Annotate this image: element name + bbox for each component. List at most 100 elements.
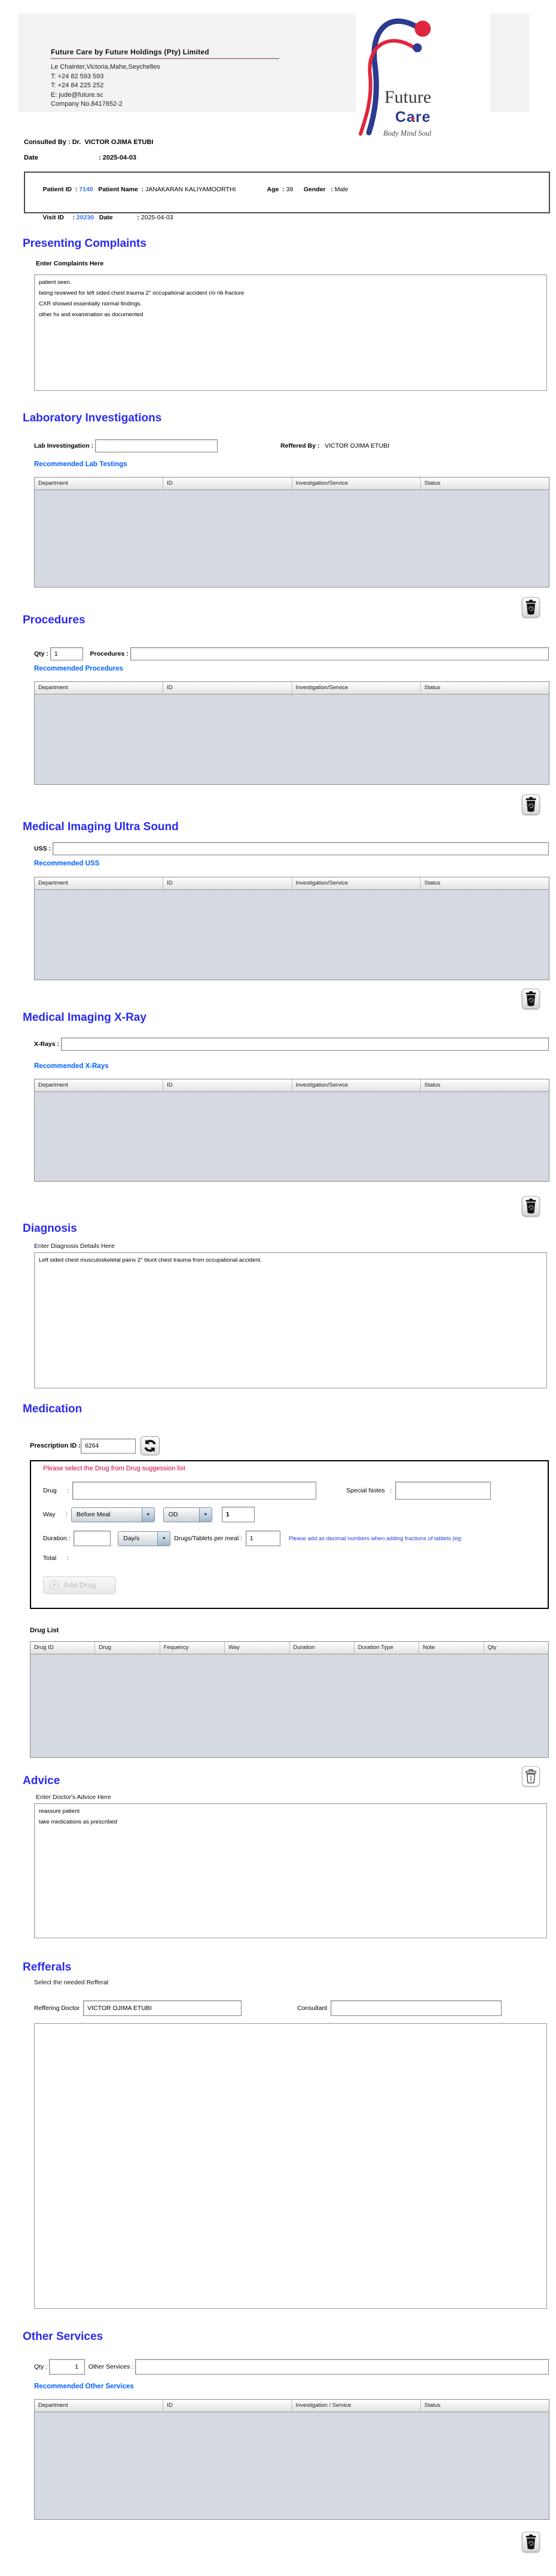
lab-grid-header: Department ID Investigation/Service Stat… [35, 478, 549, 490]
column-header-department: Department [35, 877, 164, 889]
recommended-other-services-link[interactable]: Recommended Other Services [34, 2383, 556, 2391]
per-meal-input[interactable] [245, 1531, 280, 1546]
advice-input-label: Enter Doctor's Advice Here [36, 1794, 111, 1801]
visit-date-label: Date : [94, 214, 141, 221]
recommended-xrays-link[interactable]: Recommended X-Rays [34, 1063, 556, 1071]
date-label: Date [24, 154, 38, 161]
procedures-field-label: Procedures : [83, 650, 130, 657]
logo-word-future: Future [384, 87, 432, 107]
way-qty-input[interactable] [221, 1507, 255, 1522]
xray-input[interactable] [60, 1038, 549, 1051]
patient-id-label: Patient ID : [42, 186, 80, 193]
advice-delete-button[interactable] [522, 1766, 540, 1786]
lab-referred-by-value: VICTOR OJIMA ETUBI [325, 442, 389, 449]
fractions-helper-text: Please add as decimal numbers when addin… [288, 1535, 463, 1542]
duration-unit-select[interactable]: Day/s ▼ [118, 1531, 171, 1546]
prescription-id-input[interactable] [80, 1438, 136, 1454]
xray-grid-header: Department ID Investigation/Service Stat… [35, 1079, 549, 1092]
other-services-qty-input[interactable] [49, 2359, 85, 2375]
refresh-icon [144, 1439, 156, 1452]
prescription-row: Prescription ID : [30, 1436, 556, 1455]
way-row: Way : Before Meal ▼ OD ▼ [43, 1507, 539, 1522]
column-header-note: Note [419, 1642, 484, 1654]
patient-banner-row-2: Visit ID : 20230 Date : 2025-04-03 [32, 207, 549, 228]
xray-grid-body[interactable] [35, 1092, 549, 1181]
lab-delete-button[interactable] [522, 597, 540, 617]
drug-row: Drug : Special Notes : [43, 1482, 539, 1500]
uss-delete-button[interactable] [522, 989, 540, 1009]
procedures-field-row: Qty : Procedures : [34, 647, 556, 660]
procedures-qty-label: Qty : [34, 650, 50, 657]
frequency-select[interactable]: OD ▼ [163, 1507, 212, 1522]
column-header-frequency: Fequency [160, 1642, 225, 1654]
column-header-duration: Duration [290, 1642, 355, 1654]
total-row: Total : [43, 1555, 539, 1562]
lab-grid-body[interactable] [35, 490, 549, 587]
column-header-way: Way [225, 1642, 290, 1654]
procedures-grid-header: Department ID Investigation/Service Stat… [35, 682, 549, 695]
referrals-subtitle: Select the needed Refferal [34, 1979, 109, 1986]
age-value: 39 [286, 186, 294, 193]
diagnosis-textarea[interactable]: Left sided chest musculoskeletal pains 2… [34, 1252, 547, 1388]
duration-input[interactable] [74, 1531, 111, 1546]
section-title-medication: Medication [23, 1403, 83, 1415]
drug-list-grid-body[interactable] [30, 1654, 548, 1757]
column-header-status: Status [424, 2402, 441, 2409]
drug-input[interactable] [72, 1482, 317, 1500]
trash-icon [526, 991, 536, 1006]
column-header-id: ID [163, 682, 292, 694]
prescription-refresh-button[interactable] [140, 1436, 160, 1455]
way-label: Way : [43, 1511, 71, 1518]
medication-entry-panel: Please select the Drug from Drug suggess… [30, 1460, 549, 1609]
consultant-input[interactable] [331, 2000, 502, 2016]
gender-value: Male [334, 186, 349, 193]
total-label: Total : [43, 1555, 69, 1562]
uss-input[interactable] [52, 842, 549, 855]
drug-list-label: Drug List [30, 1627, 59, 1634]
procedures-delete-button[interactable] [522, 794, 540, 815]
uss-field-row: USS : [34, 842, 556, 855]
procedures-grid-body[interactable] [35, 695, 549, 784]
patient-banner-row-1: Patient ID : 7140 Patient Name : JANAKAR… [32, 179, 549, 200]
section-title-xray: Medical Imaging X-Ray [23, 1011, 146, 1024]
other-services-field-row: Qty : Other Services : [34, 2359, 556, 2375]
recommended-uss-link[interactable]: Recommended USS [34, 860, 556, 868]
procedures-qty-input[interactable] [50, 647, 83, 660]
other-services-delete-button[interactable] [522, 2532, 540, 2552]
special-notes-input[interactable] [395, 1482, 491, 1500]
lab-investigation-input[interactable] [95, 439, 218, 452]
add-drug-button[interactable]: + Add Drug [43, 1576, 116, 1594]
meal-timing-select[interactable]: Before Meal ▼ [71, 1507, 155, 1522]
recommended-lab-testings-link[interactable]: Recommended Lab Testings [34, 461, 556, 469]
recommended-procedures-link[interactable]: Recommended Procedures [34, 665, 556, 674]
complaints-textarea[interactable]: patient seen. being reviewed for left si… [34, 274, 547, 391]
duration-row: Duration : Day/s ▼ Drugs/Tablets per mea… [43, 1531, 539, 1546]
column-header-id: ID [163, 877, 292, 889]
trash-outline-icon [526, 1769, 536, 1783]
other-services-input[interactable] [135, 2359, 549, 2375]
section-title-procedures: Procedures [23, 614, 85, 626]
other-services-grid-body[interactable] [35, 2412, 549, 2519]
section-title-diagnosis: Diagnosis [23, 1222, 77, 1235]
procedures-input[interactable] [130, 647, 549, 660]
column-header-investigation-service: Investigation/Service [292, 682, 421, 694]
chevron-down-icon: ▼ [198, 1507, 212, 1522]
uss-grid: Department ID Investigation/Service Stat… [34, 877, 549, 980]
per-meal-label: Drugs/Tablets per meal : [170, 1535, 246, 1542]
trash-icon [526, 1198, 536, 1214]
uss-grid-header: Department ID Investigation/Service Stat… [35, 877, 549, 890]
xray-delete-button[interactable] [522, 1196, 540, 1216]
column-header-status: Status [424, 1082, 441, 1088]
advice-textarea[interactable]: reassure patient take medications as pre… [34, 1803, 547, 1938]
patient-id-value: 7140 [79, 186, 93, 193]
referring-doctor-input[interactable] [83, 2000, 242, 2016]
section-title-presenting-complaints: Presenting Complaints [23, 237, 146, 250]
uss-trash-row [0, 989, 556, 1009]
xray-field-row: X-Rays : [34, 1038, 556, 1051]
column-header-id: ID [163, 2400, 292, 2412]
drug-list-grid: Drug ID Drug Fequency Way Duration Durat… [30, 1641, 549, 1758]
referral-options-listbox[interactable] [34, 2023, 547, 2309]
other-services-grid: Department ID Investigation / Service St… [34, 2399, 549, 2520]
duration-label: Duration : [43, 1535, 74, 1542]
uss-grid-body[interactable] [35, 890, 549, 980]
